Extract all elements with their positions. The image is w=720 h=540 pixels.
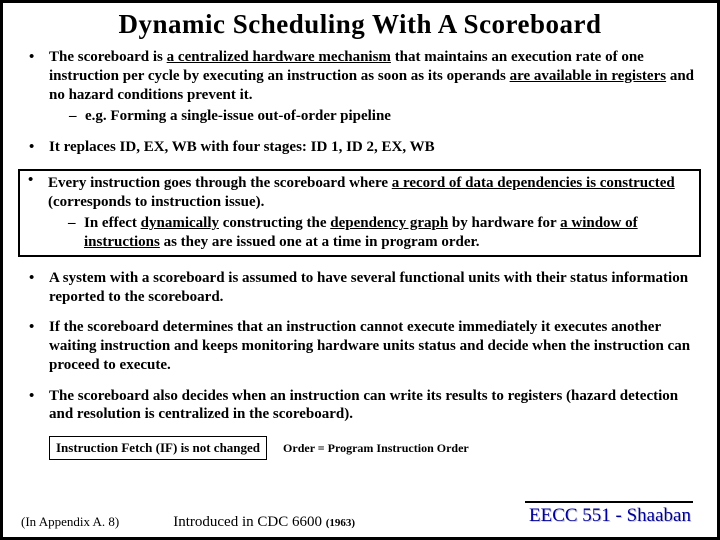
year: (1963)	[326, 517, 355, 529]
text: (corresponds to instruction issue).	[48, 194, 264, 210]
text: It replaces ID, EX, WB with four stages:…	[49, 139, 435, 155]
text-underline: are available in registers	[510, 68, 667, 84]
sub-bullet: e.g. Forming a single-issue out-of-order…	[69, 107, 699, 126]
bullet-4: A system with a scoreboard is assumed to…	[21, 269, 699, 307]
text: In effect	[84, 215, 141, 231]
text: Every instruction goes through the score…	[48, 175, 392, 191]
if-box: Instruction Fetch (IF) is not changed	[49, 436, 267, 460]
text: A system with a scoreboard is assumed to…	[49, 270, 688, 305]
text-underline: a record of data dependencies is constru…	[392, 175, 675, 191]
text: as they are issued one at a time in prog…	[160, 234, 480, 250]
text: Introduced in CDC 6600	[173, 514, 325, 530]
footer-row1: Instruction Fetch (IF) is not changed Or…	[21, 436, 699, 460]
text: e.g. Forming a single-issue out-of-order…	[85, 108, 391, 124]
slide-frame: Dynamic Scheduling With A Scoreboard The…	[0, 0, 720, 540]
bullet-3-boxed: Every instruction goes through the score…	[18, 169, 701, 257]
text-underline: a centralized hardware mechanism	[167, 49, 391, 65]
bullet-list: The scoreboard is a centralized hardware…	[21, 48, 699, 424]
bullet-1: The scoreboard is a centralized hardware…	[21, 48, 699, 126]
sub-bullet: In effect dynamically constructing the d…	[68, 214, 695, 252]
cdc-text: Introduced in CDC 6600 (1963)	[173, 514, 355, 531]
slide-title: Dynamic Scheduling With A Scoreboard	[21, 9, 699, 40]
text: The scoreboard also decides when an inst…	[49, 388, 678, 423]
text: by hardware for	[448, 215, 560, 231]
footer-row2: (In Appendix A. 8) Introduced in CDC 660…	[21, 513, 699, 531]
text: The scoreboard is	[49, 49, 167, 65]
text-underline: dependency graph	[330, 215, 448, 231]
bullet-5: If the scoreboard determines that an ins…	[21, 318, 699, 374]
appendix-ref: (In Appendix A. 8)	[21, 514, 119, 530]
bullet-2: It replaces ID, EX, WB with four stages:…	[21, 138, 699, 157]
text: constructing the	[219, 215, 330, 231]
sub-list: e.g. Forming a single-issue out-of-order…	[49, 107, 699, 126]
order-text: Order = Program Instruction Order	[283, 441, 469, 456]
sub-list: In effect dynamically constructing the d…	[48, 214, 695, 252]
text: If the scoreboard determines that an ins…	[49, 319, 690, 373]
text-underline: dynamically	[141, 215, 219, 231]
bullet-6: The scoreboard also decides when an inst…	[21, 387, 699, 425]
course-footer: EECC 551 - Shaaban	[525, 501, 693, 527]
